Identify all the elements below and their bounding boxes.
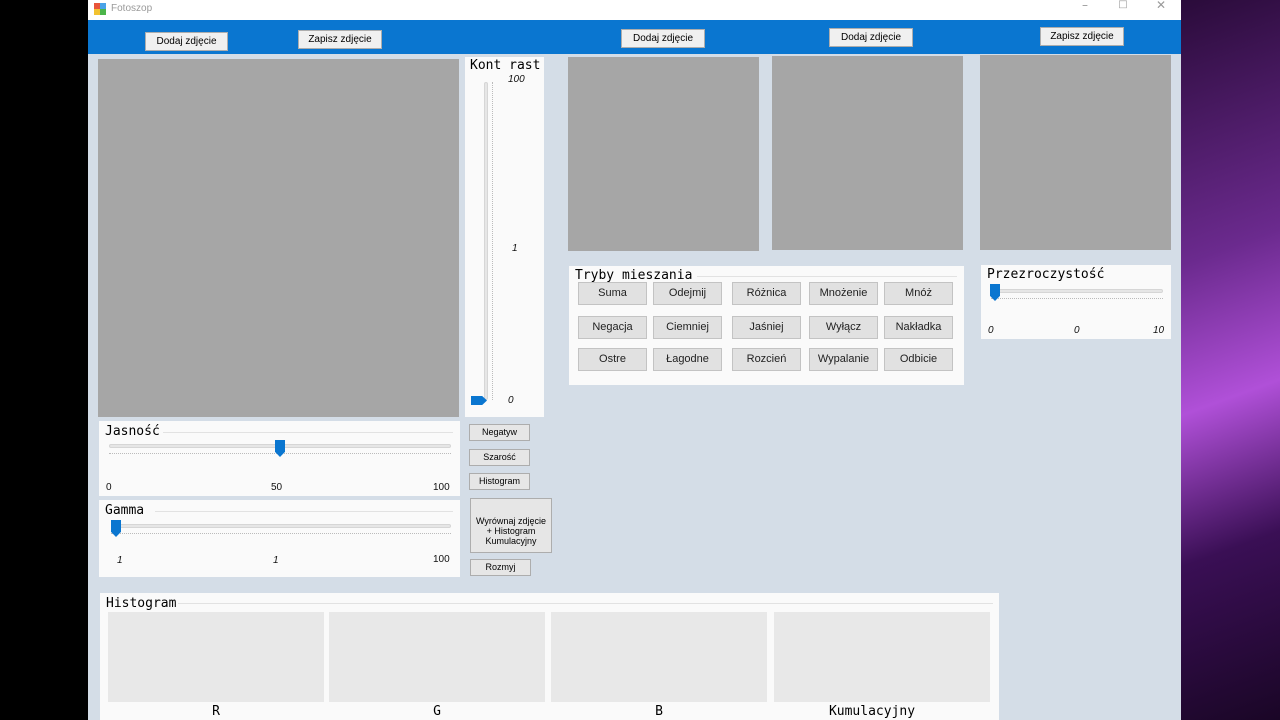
histogram-cumulative-label: Kumulacyjny — [828, 704, 916, 719]
contrast-mid-label: 1 — [512, 243, 518, 254]
blend-add-image-1-button[interactable]: Dodaj zdjęcie — [621, 29, 705, 48]
histogram-g-canvas — [329, 612, 545, 702]
blend-save-image-button[interactable]: Zapisz zdjęcie — [1040, 27, 1124, 46]
brightness-title: Jasność — [105, 424, 160, 439]
equalize-line-1: Wyrównaj zdjęcie — [476, 515, 546, 526]
blend-modes-title: Tryby mieszania — [575, 268, 693, 283]
minimize-button[interactable]: – — [1065, 0, 1105, 18]
contrast-panel: Kont rast 100 1 0 — [465, 57, 544, 417]
opacity-panel: Przezroczystość 0 0 10 — [981, 265, 1171, 339]
blend-darken-button[interactable]: Ciemniej — [653, 316, 722, 339]
blend-reflect-button[interactable]: Odbicie — [884, 348, 953, 371]
opacity-slider-track[interactable] — [991, 289, 1163, 293]
gamma-title: Gamma — [105, 503, 145, 518]
contrast-max-label: 100 — [508, 74, 525, 85]
blend-burn-button[interactable]: Wypalanie — [809, 348, 878, 371]
histogram-title: Histogram — [106, 596, 177, 611]
blend-modes-panel: Tryby mieszania Suma Odejmij Różnica Mnożen… — [569, 266, 964, 385]
window-title: Fotoszop — [111, 3, 153, 14]
histogram-b-label: B — [655, 704, 663, 719]
opacity-title: Przezroczystość — [987, 267, 1105, 282]
grayscale-button[interactable]: Szarość — [469, 449, 530, 466]
gamma-slider-track[interactable] — [111, 524, 451, 528]
maximize-button[interactable]: □ — [1103, 0, 1143, 18]
contrast-slider-ticks — [492, 82, 495, 400]
brightness-mid-label: 50 — [271, 482, 283, 493]
blend-multiply-button[interactable]: Mnożenie — [809, 282, 878, 305]
opacity-slider-ticks — [991, 296, 1163, 299]
main-image-canvas[interactable] — [98, 59, 459, 417]
histogram-r-canvas — [108, 612, 324, 702]
histogram-g-label: G — [433, 704, 441, 719]
blend-hard-light-button[interactable]: Ostre — [578, 348, 647, 371]
blend-lighten-button[interactable]: Jaśniej — [732, 316, 801, 339]
blend-difference-button[interactable]: Różnica — [732, 282, 801, 305]
contrast-slider-track[interactable] — [484, 82, 488, 400]
blend-subtract-button[interactable]: Odejmij — [653, 282, 722, 305]
negative-button[interactable]: Negatyw — [469, 424, 530, 441]
gamma-slider-thumb[interactable] — [111, 520, 121, 537]
brightness-slider-thumb[interactable] — [275, 440, 285, 457]
gamma-mid-label: 1 — [273, 555, 279, 566]
blend-modes-title-rule — [697, 276, 957, 277]
brightness-panel: Jasność 0 50 100 — [99, 421, 460, 496]
histogram-title-rule — [178, 603, 993, 604]
close-button[interactable]: ✕ — [1141, 0, 1181, 18]
blend-overlay-button[interactable]: Nakładka — [884, 316, 953, 339]
app-window: Fotoszop – □ ✕ Dodaj zdjęcie Zapisz zdję… — [88, 0, 1181, 720]
gamma-panel: Gamma 1 1 100 — [99, 500, 460, 577]
opacity-mid-label: 0 — [1074, 325, 1080, 336]
equalize-line-2: + Histogram — [486, 525, 536, 536]
desktop-background-left — [0, 0, 88, 720]
blend-exclusion-button[interactable]: Wyłącz — [809, 316, 878, 339]
blend-image-2-canvas[interactable] — [772, 56, 963, 250]
app-icon — [94, 3, 106, 15]
add-image-button[interactable]: Dodaj zdjęcie — [145, 32, 228, 51]
gamma-slider-ticks — [111, 531, 451, 534]
brightness-min-label: 0 — [106, 482, 112, 493]
blend-image-1-canvas[interactable] — [568, 57, 759, 251]
blend-sum-button[interactable]: Suma — [578, 282, 647, 305]
blend-soft-light-button[interactable]: Łagodne — [653, 348, 722, 371]
histogram-button[interactable]: Histogram — [469, 473, 530, 490]
contrast-min-label: 0 — [508, 395, 514, 406]
histogram-b-canvas — [551, 612, 767, 702]
gamma-min-label: 1 — [117, 555, 123, 566]
toolbar: Dodaj zdjęcie Zapisz zdjęcie Dodaj zdjęc… — [88, 20, 1181, 54]
equalize-line-3: Kumulacyjny — [485, 535, 537, 546]
opacity-max-label: 10 — [1153, 325, 1165, 336]
brightness-title-rule — [163, 432, 453, 433]
blend-dodge-button[interactable]: Rozcień — [732, 348, 801, 371]
gamma-max-label: 100 — [433, 554, 450, 565]
histogram-cumulative-canvas — [774, 612, 990, 702]
desktop-background-right — [1181, 0, 1280, 720]
blend-negation-button[interactable]: Negacja — [578, 316, 647, 339]
title-bar: Fotoszop – □ ✕ — [88, 0, 1181, 20]
blur-button[interactable]: Rozmyj — [470, 559, 531, 576]
equalize-cumulative-button[interactable]: Wyrównaj zdjęcie + Histogram Kumulacyjny — [470, 498, 552, 553]
contrast-title: Kont rast — [470, 58, 541, 73]
gamma-title-rule — [155, 511, 453, 512]
blend-add-image-2-button[interactable]: Dodaj zdjęcie — [829, 28, 913, 47]
save-image-button[interactable]: Zapisz zdjęcie — [298, 30, 382, 49]
opacity-min-label: 0 — [988, 325, 994, 336]
blend-multiply-alt-button[interactable]: Mnóż — [884, 282, 953, 305]
brightness-max-label: 100 — [433, 482, 450, 493]
histogram-r-label: R — [212, 704, 220, 719]
blend-result-canvas[interactable] — [980, 55, 1171, 250]
